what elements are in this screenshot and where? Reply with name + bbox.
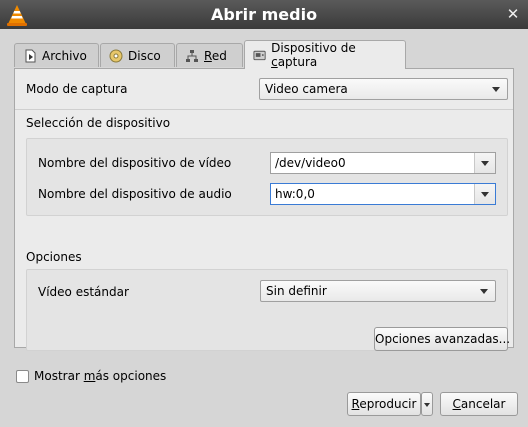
play-options-dropdown-button[interactable] bbox=[421, 392, 433, 416]
video-device-label: Nombre del dispositivo de vídeo bbox=[38, 156, 232, 170]
capture-mode-label: Modo de captura bbox=[26, 82, 128, 96]
chevron-down-icon bbox=[481, 192, 489, 197]
capture-device-icon bbox=[253, 50, 266, 61]
audio-device-combobox[interactable]: hw:0,0 bbox=[270, 183, 496, 205]
capture-mode-value: Video camera bbox=[265, 82, 348, 96]
title-bar: Abrir medio ✕ bbox=[0, 0, 528, 30]
audio-device-value: hw:0,0 bbox=[275, 187, 315, 201]
tab-archivo[interactable]: Archivo bbox=[14, 43, 99, 67]
audio-device-label: Nombre del dispositivo de audio bbox=[38, 187, 232, 201]
chevron-down-icon bbox=[480, 289, 488, 294]
video-standard-select[interactable]: Sin definir bbox=[260, 280, 496, 302]
audio-device-dropdown-button[interactable] bbox=[474, 184, 495, 204]
capture-panel: Modo de captura Video camera Selección d… bbox=[14, 68, 514, 351]
divider bbox=[15, 109, 513, 110]
device-selection-heading: Selección de dispositivo bbox=[26, 116, 171, 130]
advanced-options-button[interactable]: Opciones avanzadas... bbox=[374, 327, 510, 351]
tab-capture-label: Dispositivo de captura bbox=[271, 41, 356, 69]
disc-icon bbox=[109, 49, 123, 62]
show-more-options-checkbox[interactable] bbox=[16, 370, 29, 383]
options-heading: Opciones bbox=[26, 250, 82, 264]
chevron-down-icon bbox=[492, 87, 500, 92]
close-window-button[interactable]: ✕ bbox=[504, 5, 522, 23]
file-icon bbox=[25, 49, 36, 62]
window-title: Abrir medio bbox=[210, 5, 318, 24]
tab-red[interactable]: Red bbox=[176, 43, 243, 67]
tab-red-label: Red bbox=[204, 48, 227, 63]
tab-archivo-label: Archivo bbox=[42, 48, 87, 63]
tab-disco[interactable]: Disco bbox=[100, 43, 175, 67]
tab-disco-label: Disco bbox=[128, 48, 161, 63]
video-device-value: /dev/video0 bbox=[275, 156, 346, 170]
video-standard-value: Sin definir bbox=[266, 284, 327, 298]
video-device-combobox[interactable]: /dev/video0 bbox=[270, 152, 496, 174]
chevron-down-icon bbox=[481, 161, 489, 166]
video-device-dropdown-button[interactable] bbox=[474, 153, 495, 173]
chevron-down-icon bbox=[424, 403, 430, 407]
video-standard-label: Vídeo estándar bbox=[38, 285, 129, 299]
close-icon: ✕ bbox=[506, 5, 520, 23]
tab-dispositivo-de-captura[interactable]: Dispositivo de captura bbox=[244, 40, 406, 69]
dialog-body: Archivo Disco Red Dispositivo de captura… bbox=[0, 29, 528, 427]
show-more-options-label[interactable]: Mostrar más opciones bbox=[34, 369, 166, 383]
capture-mode-select[interactable]: Video camera bbox=[259, 78, 508, 100]
device-selection-group: Nombre del dispositivo de vídeo /dev/vid… bbox=[26, 138, 508, 216]
play-button[interactable]: Reproducir bbox=[347, 392, 421, 416]
cancel-button[interactable]: Cancelar bbox=[440, 392, 518, 416]
network-icon bbox=[186, 49, 198, 62]
